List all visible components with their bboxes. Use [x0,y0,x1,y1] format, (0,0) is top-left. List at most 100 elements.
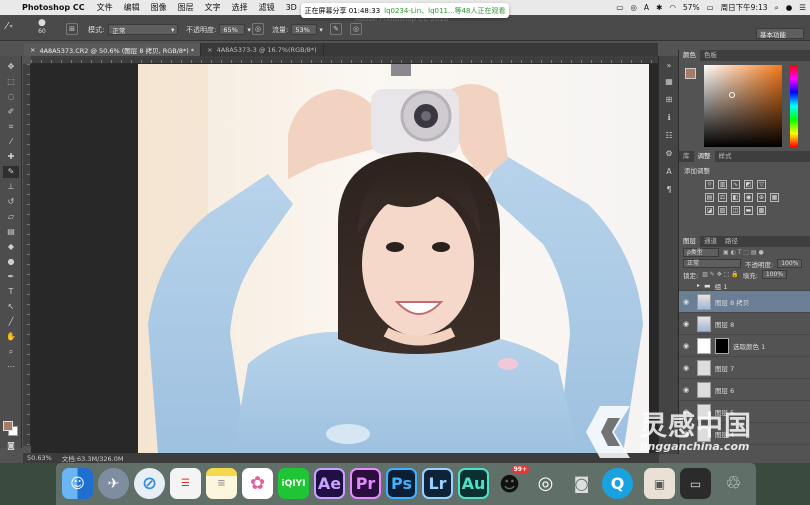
opacity-input[interactable]: 65% [219,24,246,35]
type-tool-icon[interactable]: T [3,286,19,298]
threshold-icon[interactable]: ◫ [731,206,740,215]
brush-tool-icon[interactable]: ✎ [3,166,19,178]
mode-select[interactable]: 正常 ▾ [108,24,179,35]
chevron-right-icon[interactable]: ▸ [697,282,700,289]
arrange-icon[interactable]: » [663,60,675,72]
qq-icon[interactable]: ☻ 99+ [494,465,529,499]
blur-tool-icon[interactable]: ◆ [3,241,19,253]
photos-icon[interactable]: ✿ [242,468,273,499]
dodge-tool-icon[interactable]: ● [3,256,19,268]
menu-type[interactable]: 文字 [205,2,221,13]
canvas-area[interactable] [31,64,658,454]
move-tool-icon[interactable]: ✥ [3,61,19,73]
color-balance-icon[interactable]: ⚖ [718,193,727,202]
brush-size-picker[interactable]: ● 60 [38,18,46,35]
lasso-tool-icon[interactable]: ◌ [3,91,19,103]
tab-paths[interactable]: 路径 [721,236,742,247]
menu-select[interactable]: 选择 [232,2,248,13]
hue-slider[interactable] [790,65,798,147]
color-picker-ring[interactable] [729,92,735,98]
clock[interactable]: 周日下午9:13 [721,2,768,13]
quick-mask-icon[interactable]: ◙ [3,440,19,452]
search-icon[interactable]: ⌕ [775,3,779,13]
menu-filter[interactable]: 滤镜 [259,2,275,13]
horizontal-ruler[interactable] [31,56,658,64]
channel-mixer-icon[interactable]: ⊕ [757,193,766,202]
eye-icon[interactable]: ◉ [679,342,693,350]
notes-icon[interactable]: ≡ [206,468,237,499]
siri-icon[interactable]: ● [786,3,793,12]
wechat-icon[interactable]: ◎ [530,468,561,499]
tab-layers[interactable]: 图层 [679,236,700,247]
more-tools-icon[interactable]: ⋯ [3,361,19,373]
brush-panel-toggle-icon[interactable]: ⊞ [66,23,78,35]
layer-mask-thumbnail[interactable] [715,337,729,354]
levels-icon[interactable]: ▥ [718,180,727,189]
quick-select-tool-icon[interactable]: ✐ [3,106,19,118]
curves-icon[interactable]: ∿ [731,180,740,189]
history-panel-icon[interactable]: ▦ [663,76,675,88]
layer-row[interactable]: ◉ 图层 6 [679,379,810,401]
flow-input[interactable]: 53% [291,24,318,35]
battery-icon[interactable]: ▭ [707,3,714,12]
wifi-icon[interactable]: ◠ [669,3,676,12]
tab-styles[interactable]: 样式 [715,151,736,162]
menu-edit[interactable]: 编辑 [124,2,140,13]
terminal-icon[interactable]: ▭ [680,468,711,499]
lock-icons[interactable]: ▨ ✎ ✥ ⬚ 🔒 [702,271,739,278]
marquee-tool-icon[interactable]: ⬚ [3,76,19,88]
paths-panel-icon[interactable]: ⚙ [663,148,675,160]
tab-channels[interactable]: 通道 [700,236,721,247]
properties-panel-icon[interactable]: ☷ [663,130,675,142]
black-white-icon[interactable]: ◧ [731,193,740,202]
app-menu[interactable]: Photoshop CC [22,3,85,12]
gradient-map-icon[interactable]: ▬ [744,206,753,215]
iqiyi-icon[interactable]: iQIYI [278,468,309,499]
layer-opacity-input[interactable]: 100% [777,259,803,268]
tab-swatches[interactable]: 色板 [700,50,721,61]
tab-color[interactable]: 颜色 [679,50,700,61]
safari-icon[interactable]: ⊘ [134,468,165,499]
hand-tool-icon[interactable]: ✋ [3,331,19,343]
eyedropper-tool-icon[interactable]: ⁄ [3,136,19,148]
trash-icon[interactable]: ♲ [718,468,749,499]
menu-3d[interactable]: 3D [286,3,297,12]
document-image[interactable] [138,64,649,454]
layer-row[interactable]: ◉ 选取颜色 1 [679,335,810,357]
close-icon[interactable]: × [30,46,35,54]
layer-row[interactable]: ◉ 图层 7 [679,357,810,379]
lightroom-icon[interactable]: Lr [422,468,453,499]
layer-filter-select[interactable]: ρ类型 [683,248,719,257]
bluetooth-icon[interactable]: ✱ [656,3,662,12]
eye-icon[interactable]: ◉ [679,320,693,328]
premiere-icon[interactable]: Pr [350,468,381,499]
vibrance-icon[interactable]: ▽ [757,180,766,189]
finder-icon[interactable]: ☺ [62,468,93,499]
menu-file[interactable]: 文件 [97,2,113,13]
vertical-ruler[interactable] [23,64,31,446]
layer-row[interactable]: ▸ ▬ 组 1 [679,281,810,291]
capture-icon[interactable]: ◙ [566,468,597,499]
eye-icon[interactable]: ◉ [679,386,693,394]
fill-input[interactable]: 100% [761,270,788,279]
audition-icon[interactable]: Au [458,468,489,499]
invert-icon[interactable]: ◪ [705,206,714,215]
eraser-tool-icon[interactable]: ▱ [3,211,19,223]
exposure-icon[interactable]: ◩ [744,180,753,189]
pressure-opacity-icon[interactable]: ◎ [252,23,264,35]
close-icon[interactable]: × [207,46,212,54]
crop-tool-icon[interactable]: ⌗ [3,121,19,133]
quicktime-icon[interactable]: Q [602,468,633,499]
tab-document-1[interactable]: × 4A8A5373.CR2 @ 50.6% (图层 8 拷贝, RGB/8*)… [24,43,202,56]
pen-tool-icon[interactable]: ✒ [3,271,19,283]
tab-adjustments[interactable]: 调整 [693,151,715,162]
document-size[interactable]: 文档:63.3M/326.0M [62,453,124,463]
after-effects-icon[interactable]: Ae [314,468,345,499]
hue-saturation-icon[interactable]: ▤ [705,193,714,202]
brightness-icon[interactable]: ☼ [705,180,714,189]
wechat-status-icon[interactable]: ◎ [630,3,637,12]
adobe-status-icon[interactable]: A [644,3,649,12]
zoom-tool-icon[interactable]: ⌕ [3,346,19,358]
posterize-icon[interactable]: ▨ [718,206,727,215]
photoshop-icon[interactable]: Ps [386,468,417,499]
